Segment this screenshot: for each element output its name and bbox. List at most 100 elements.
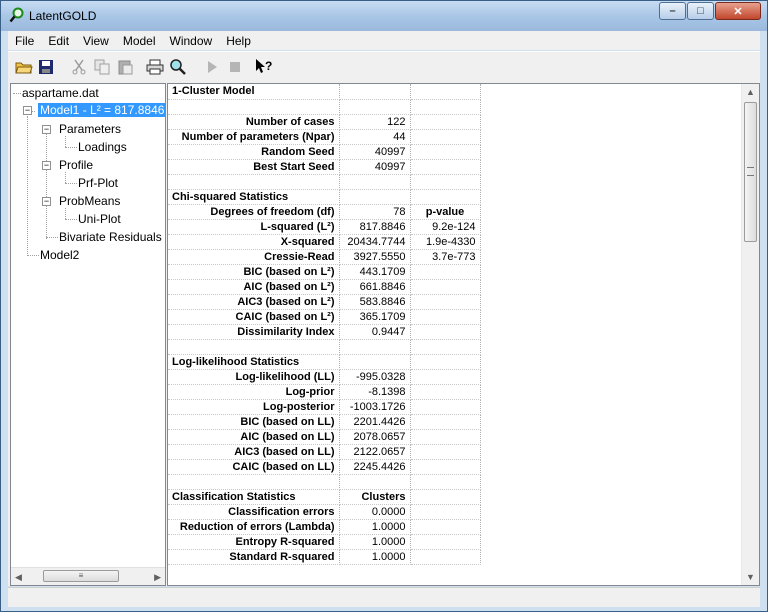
collapse-icon[interactable]: − — [42, 197, 51, 206]
statistic-label[interactable]: CAIC (based on L²) — [168, 309, 340, 325]
output-vertical-scrollbar[interactable]: ▲ ▼ — [741, 84, 759, 585]
statistic-label[interactable]: CAIC (based on LL) — [168, 459, 340, 475]
statistic-value[interactable]: -1003.1726 — [339, 399, 411, 415]
tree-item-bivariate-residuals[interactable]: Bivariate Residuals — [59, 230, 162, 244]
tree-item-model1[interactable]: Model1 - L² = 817.8846 — [38, 103, 165, 117]
statistic-label[interactable]: Cressie-Read — [168, 249, 340, 265]
tree-item-profile[interactable]: Profile — [59, 158, 93, 172]
statistic-value[interactable]: 1.0000 — [339, 534, 411, 550]
statistic-pvalue[interactable] — [410, 189, 481, 205]
tree-horizontal-scrollbar[interactable]: ◀ ≡ ▶ — [11, 567, 165, 585]
statistic-pvalue[interactable] — [410, 519, 481, 535]
tree-item-parameters[interactable]: Parameters — [59, 122, 121, 136]
menu-window[interactable]: Window — [163, 34, 220, 48]
statistic-pvalue[interactable] — [410, 489, 481, 505]
title-bar[interactable]: LatentGOLD – □ ✕ — [1, 1, 767, 31]
statistic-label[interactable]: Degrees of freedom (df) — [168, 204, 340, 220]
statistic-label[interactable]: X-squared — [168, 234, 340, 250]
statistic-label[interactable]: Log-prior — [168, 384, 340, 400]
statistic-label[interactable] — [168, 339, 340, 355]
statistic-pvalue[interactable] — [410, 339, 481, 355]
tree-item-probmeans[interactable]: ProbMeans — [59, 194, 120, 208]
statistic-pvalue[interactable] — [410, 459, 481, 475]
statistic-label[interactable]: Random Seed — [168, 144, 340, 160]
statistic-pvalue[interactable] — [410, 309, 481, 325]
statistic-value[interactable]: Clusters — [339, 489, 411, 505]
tree-item-uni-plot[interactable]: Uni-Plot — [78, 212, 121, 226]
statistic-label[interactable]: Entropy R-squared — [168, 534, 340, 550]
statistic-label[interactable]: L-squared (L²) — [168, 219, 340, 235]
statistic-pvalue[interactable] — [410, 429, 481, 445]
save-button[interactable] — [37, 58, 55, 76]
statistic-value[interactable]: 2201.4426 — [339, 414, 411, 430]
statistic-value[interactable]: 1.0000 — [339, 549, 411, 565]
statistic-label[interactable]: BIC (based on LL) — [168, 414, 340, 430]
statistic-pvalue[interactable] — [410, 534, 481, 550]
tree-item-prf-plot[interactable]: Prf-Plot — [78, 176, 118, 190]
paste-button[interactable] — [116, 58, 134, 76]
statistic-value[interactable]: 44 — [339, 129, 411, 145]
collapse-icon[interactable]: − — [23, 106, 32, 115]
copy-button[interactable] — [93, 58, 111, 76]
statistic-value[interactable]: 1.0000 — [339, 519, 411, 535]
statistic-value[interactable]: 2078.0657 — [339, 429, 411, 445]
statistic-label[interactable]: Log-likelihood (LL) — [168, 369, 340, 385]
statistic-value[interactable]: 365.1709 — [339, 309, 411, 325]
statistic-pvalue[interactable] — [410, 444, 481, 460]
statistic-value[interactable] — [339, 99, 411, 115]
scroll-up-icon[interactable]: ▲ — [746, 87, 755, 97]
statistic-value[interactable]: 40997 — [339, 144, 411, 160]
statistic-value[interactable] — [339, 354, 411, 370]
statistic-pvalue[interactable] — [410, 114, 481, 130]
statistic-pvalue[interactable]: p-value — [410, 204, 481, 220]
statistic-value[interactable] — [339, 189, 411, 205]
statistic-pvalue[interactable] — [410, 504, 481, 520]
statistic-value[interactable]: 20434.7744 — [339, 234, 411, 250]
statistic-value[interactable]: 2245.4426 — [339, 459, 411, 475]
statistic-pvalue[interactable] — [410, 474, 481, 490]
cut-button[interactable] — [70, 58, 88, 76]
scrollbar-thumb[interactable] — [744, 102, 757, 242]
section-heading[interactable]: 1-Cluster Model — [168, 84, 340, 100]
scroll-left-icon[interactable]: ◀ — [15, 572, 22, 583]
statistic-label[interactable] — [168, 474, 340, 490]
stop-button[interactable] — [226, 58, 244, 76]
statistic-label[interactable]: Log-posterior — [168, 399, 340, 415]
minimize-button[interactable]: – — [659, 2, 686, 20]
statistic-label[interactable]: Number of parameters (Npar) — [168, 129, 340, 145]
menu-file[interactable]: File — [8, 34, 41, 48]
statistic-pvalue[interactable] — [410, 159, 481, 175]
statistic-value[interactable]: 40997 — [339, 159, 411, 175]
statistic-pvalue[interactable] — [410, 549, 481, 565]
close-button[interactable]: ✕ — [715, 2, 761, 20]
statistic-pvalue[interactable] — [410, 279, 481, 295]
statistic-pvalue[interactable] — [410, 369, 481, 385]
statistic-pvalue[interactable] — [410, 99, 481, 115]
statistic-label[interactable]: AIC3 (based on LL) — [168, 444, 340, 460]
statistic-pvalue[interactable] — [410, 294, 481, 310]
statistic-value[interactable]: 0.0000 — [339, 504, 411, 520]
collapse-icon[interactable]: − — [42, 125, 51, 134]
statistic-pvalue[interactable] — [410, 129, 481, 145]
statistic-value[interactable]: -8.1398 — [339, 384, 411, 400]
statistic-value[interactable]: 3927.5550 — [339, 249, 411, 265]
menu-edit[interactable]: Edit — [41, 34, 76, 48]
statistic-pvalue[interactable] — [410, 399, 481, 415]
print-button[interactable] — [146, 58, 164, 76]
menu-model[interactable]: Model — [116, 34, 163, 48]
statistic-value[interactable]: 661.8846 — [339, 279, 411, 295]
statistic-value[interactable] — [339, 174, 411, 190]
open-button[interactable] — [15, 58, 33, 76]
scroll-down-icon[interactable]: ▼ — [746, 572, 755, 582]
statistic-pvalue[interactable] — [410, 264, 481, 280]
menu-help[interactable]: Help — [219, 34, 258, 48]
statistic-label[interactable]: BIC (based on L²) — [168, 264, 340, 280]
statistic-label[interactable]: Classification errors — [168, 504, 340, 520]
tree-item-file[interactable]: aspartame.dat — [22, 86, 99, 100]
section-heading[interactable]: Classification Statistics — [168, 489, 340, 505]
statistic-pvalue[interactable] — [410, 174, 481, 190]
collapse-icon[interactable]: − — [42, 161, 51, 170]
statistic-label[interactable]: Reduction of errors (Lambda) — [168, 519, 340, 535]
statistic-label[interactable] — [168, 99, 340, 115]
statistic-pvalue[interactable]: 3.7e-773 — [410, 249, 481, 265]
